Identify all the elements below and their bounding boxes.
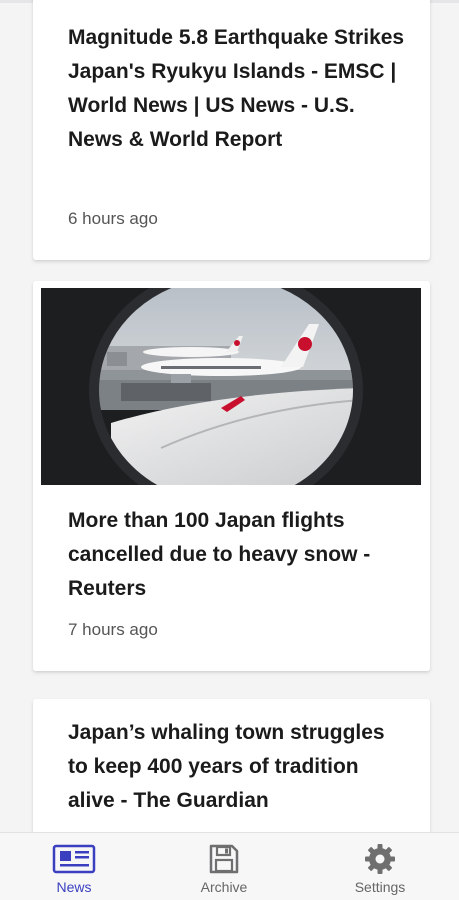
news-timestamp: 6 hours ago (68, 209, 158, 228)
app-screen: Magnitude 5.8 Earthquake Strikes Japan's… (0, 0, 459, 900)
news-card[interactable]: Japan’s whaling town struggles to keep 4… (33, 699, 430, 832)
floppy-disk-icon (209, 844, 239, 874)
news-timestamp: 7 hours ago (68, 620, 158, 639)
news-card[interactable]: More than 100 Japan flights cancelled du… (33, 281, 430, 671)
newspaper-icon (52, 844, 96, 874)
gear-icon (365, 844, 395, 874)
nav-item-news[interactable]: News (29, 843, 119, 895)
news-card[interactable]: Magnitude 5.8 Earthquake Strikes Japan's… (33, 0, 430, 260)
airplane-window-image (41, 288, 421, 485)
nav-item-archive[interactable]: Archive (179, 843, 269, 895)
news-headline[interactable]: More than 100 Japan flights cancelled du… (68, 504, 410, 606)
nav-label-settings: Settings (354, 879, 406, 895)
bottom-navigation: News Archive Settings (0, 832, 459, 900)
news-headline[interactable]: Japan’s whaling town struggles to keep 4… (68, 716, 410, 818)
nav-label-archive: Archive (200, 879, 248, 895)
nav-item-settings[interactable]: Settings (335, 843, 425, 895)
news-thumbnail[interactable] (41, 288, 421, 485)
news-feed[interactable]: Magnitude 5.8 Earthquake Strikes Japan's… (0, 0, 459, 832)
nav-label-news: News (56, 879, 92, 895)
news-headline[interactable]: Magnitude 5.8 Earthquake Strikes Japan's… (68, 21, 410, 157)
